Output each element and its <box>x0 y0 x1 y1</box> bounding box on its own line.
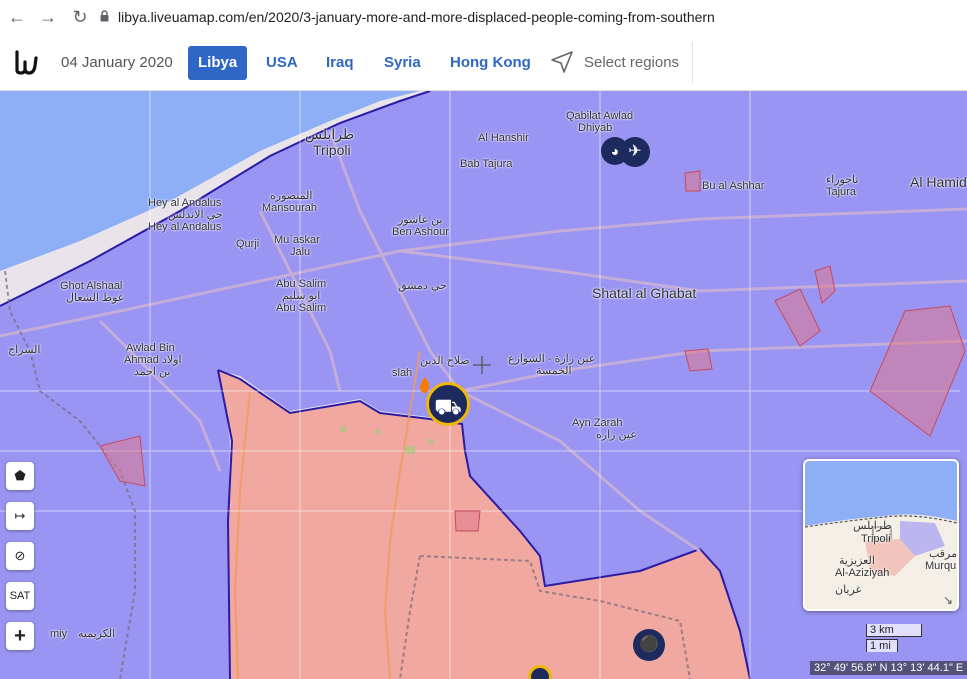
label-ain-zara-ar: عين زارة - الشوارع <box>508 353 596 365</box>
label-awlad-2: Ahmad <box>124 354 159 366</box>
label-awlad-ar1: اولاد <box>162 354 182 366</box>
label-mansourah-ar: المنصوره <box>270 190 313 202</box>
label-qabilat-1: Qabilat Awlad <box>566 110 634 122</box>
hide-icon[interactable]: ⊘ <box>6 542 34 570</box>
label-ben-ashour-ar: بن عاشور <box>398 214 443 226</box>
label-al-hanshir: Al Hanshir <box>478 132 529 144</box>
back-arrow-icon[interactable]: ← <box>7 7 27 27</box>
label-tajura-ar: تاجوراء <box>826 174 859 186</box>
label-tripoli-ar: طرابلس <box>305 126 355 142</box>
label-tripoli: Tripoli <box>313 142 351 158</box>
browser-bar: ← → ↻ libya.liveuamap.com/en/2020/3-janu… <box>0 0 967 35</box>
minimap-toggle-icon[interactable]: ↘ <box>943 593 953 607</box>
reload-icon[interactable]: ↻ <box>70 7 90 27</box>
label-ghot-1: Ghot Alshaal <box>60 280 123 292</box>
scale-bar: 3 km 1 mi <box>866 624 922 652</box>
fire-icon <box>420 377 430 393</box>
minimap-gharyan-ar: غريان <box>835 584 862 596</box>
label-shatal-al-ghabat: Shatal al Ghabat <box>592 285 697 301</box>
label-salah-ar: صلاح الدين <box>420 355 470 367</box>
label-mansourah: Mansourah <box>262 202 318 214</box>
label-al-hamid: Al Hamid <box>910 174 967 190</box>
label-abu-salim-1: Abu Salim <box>276 278 327 290</box>
label-salah-1: slah <box>392 367 413 379</box>
tab-syria[interactable]: Syria <box>374 46 431 80</box>
label-ghot-ar: غوط الشعال <box>66 292 124 304</box>
tab-usa[interactable]: USA <box>256 46 308 80</box>
airplane-marker-icon[interactable]: ✈ <box>620 137 650 167</box>
satellite-toggle-button[interactable]: SAT <box>6 582 34 610</box>
minimap[interactable]: طرابلس Tripoli العزيزية Al-Aziziyah غريا… <box>803 459 959 611</box>
label-qabilat-2: Dhiyab <box>578 122 613 134</box>
label-ben-ashour: Ben Ashour <box>392 226 449 238</box>
measure-tool-icon[interactable]: ↦ <box>6 502 34 530</box>
bomb-marker-icon[interactable]: ⚫ <box>633 629 665 661</box>
liveuamap-logo-icon[interactable] <box>14 48 40 83</box>
map-canvas[interactable]: طرابلس Tripoli Al Hanshir Qabilat Awlad … <box>0 91 967 679</box>
tab-hong-kong[interactable]: Hong Kong <box>440 46 541 80</box>
lock-icon <box>100 10 109 22</box>
site-header: 04 January 2020 Libya USA Iraq Syria Hon… <box>0 34 967 91</box>
zoom-in-icon[interactable]: + <box>6 622 34 650</box>
label-tajura: Tajura <box>826 186 856 198</box>
label-hey-andalus-ar: حي الاندلس <box>168 209 223 221</box>
label-ayn-zarah: Ayn Zarah <box>572 417 623 429</box>
scale-mi: 1 mi <box>866 639 898 652</box>
label-ain-zara-ar2: الخمسة <box>536 365 572 377</box>
label-bu-al-ashhar: Bu al Ashhar <box>702 180 765 192</box>
label-hey-andalus-1: Hey al Andalus <box>148 197 222 209</box>
header-divider <box>692 42 693 84</box>
label-muaskar-2: Jalu <box>290 246 311 258</box>
label-muaskar-1: Mu`askar <box>274 234 320 246</box>
current-date: 04 January 2020 <box>61 54 173 71</box>
tab-libya[interactable]: Libya <box>188 46 248 80</box>
address-bar[interactable]: libya.liveuamap.com/en/2020/3-january-mo… <box>118 9 715 25</box>
label-qurji: Qurji <box>236 238 260 250</box>
label-hay-dimashq-ar: حي دمشق <box>398 280 447 292</box>
label-abu-salim-ar: ابو سليم <box>282 290 321 302</box>
navigation-arrow-icon[interactable] <box>550 50 574 74</box>
label-awlad-ar2: بن احمد <box>134 366 171 378</box>
forward-arrow-icon[interactable]: → <box>38 7 58 27</box>
label-alsiraj-ar: السراج <box>8 344 41 356</box>
polygon-tool-icon[interactable]: ⬟ <box>6 462 34 490</box>
label-bab-tajura: Bab Tajura <box>460 158 513 170</box>
label-karimiya-ar: الكريميه <box>78 628 116 640</box>
minimap-aziziyah-ar: العزيزية <box>839 555 875 567</box>
label-awlad-1: Awlad Bin <box>126 342 175 354</box>
minimap-tripoli: Tripoli <box>861 533 891 545</box>
minimap-tripoli-ar: طرابلس <box>853 520 892 532</box>
label-abu-salim-2: Abu Salim <box>276 302 327 314</box>
select-regions-button[interactable]: Select regions <box>584 54 679 71</box>
minimap-aziziyah: Al-Aziziyah <box>835 567 890 579</box>
label-karimiya: miy <box>50 628 68 640</box>
scale-km: 3 km <box>866 624 922 637</box>
label-ayn-zarah-ar: عين زاره <box>596 429 637 441</box>
label-hey-andalus-2: Hey al Andalus <box>148 221 222 233</box>
minimap-murq-ar: مرقب <box>929 548 958 560</box>
tab-iraq[interactable]: Iraq <box>316 46 364 80</box>
coordinate-readout: 32° 49' 56.8" N 13° 13' 44.1" E <box>810 661 967 675</box>
minimap-murq: Murqu <box>925 560 957 572</box>
